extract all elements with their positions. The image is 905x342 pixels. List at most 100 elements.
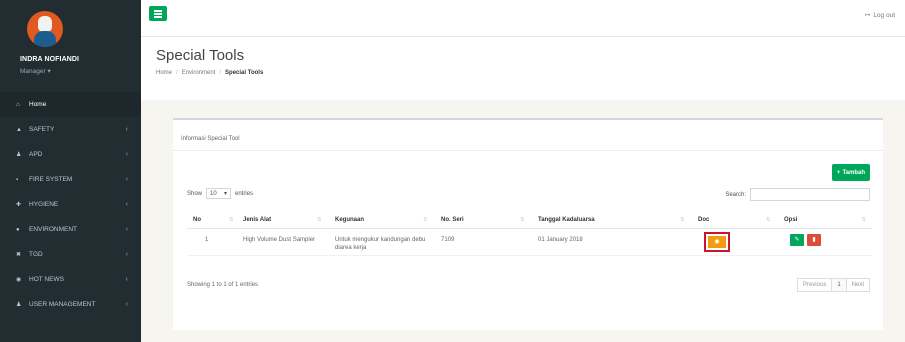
sidebar-menu: ⌂ Home ▲ SAFETY ‹ ♟ APD ‹ ▪ FIRE SYSTEM ‹ ✚ H… [0,92,141,317]
sort-icon: ⇅ [317,217,322,223]
entries-select[interactable]: 10 ▾ [206,188,232,199]
user-icon: ♟ [16,302,22,308]
pagination-previous[interactable]: Previous [796,278,833,292]
breadcrumb-current: Special Tools [225,70,264,76]
user-role-dropdown[interactable]: Manager ▾ [20,67,51,75]
eye-icon: ◉ [714,238,720,245]
leaf-icon: ● [16,226,20,233]
sidebar-item-home[interactable]: ⌂ Home [0,92,141,117]
cell-no: 1 [187,228,237,256]
cell-doc: ◉ [692,228,778,256]
sidebar-item-label: HYGIENE [29,201,59,208]
cell-no-seri: 7109 [435,228,532,256]
sidebar-item-safety[interactable]: ▲ SAFETY ‹ [0,117,141,142]
sidebar-item-label: SAFETY [29,126,55,133]
sort-icon: ⇅ [423,217,428,223]
cell-jenis-alat: High Volume Dust Sampler [237,228,329,256]
sidebar-item-label: FIRE SYSTEM [29,176,73,183]
sidebar-item-hot-news[interactable]: ◉ HOT NEWS ‹ [0,267,141,292]
column-header-no-seri[interactable]: No. Seri ⇅ [423,212,532,229]
pencil-icon: ✎ [794,236,800,243]
cell-tanggal-kadaluarsa: 01 January 2018 [532,228,692,256]
breadcrumb-environment[interactable]: Environment [182,70,216,76]
chevron-left-icon: ‹ [125,251,128,258]
search-label: Search: [725,191,746,198]
sidebar-item-apd[interactable]: ♟ APD ‹ [0,142,141,167]
add-button[interactable]: + Tambah [831,164,870,181]
table-row: 1 High Volume Dust Sampler Untuk menguku… [187,228,872,256]
avatar [27,11,63,47]
sort-icon: ⇅ [520,217,525,223]
fire-extinguisher-icon: ▪ [16,176,19,183]
sort-icon: ⇅ [229,217,234,223]
column-header-jenis-alat[interactable]: Jenis Alat ⇅ [229,212,329,229]
breadcrumb: Home / Environment / Special Tools [156,70,264,76]
user-panel: INDRA NOFIANDI Manager ▾ [0,0,141,92]
tools-icon: ✖ [16,252,22,258]
column-header-tanggal-kadaluarsa[interactable]: Tanggal Kadaluarsa ⇅ [520,212,692,229]
sidebar-item-hygiene[interactable]: ✚ HYGIENE ‹ [0,192,141,217]
top-bar: ↦ Log out [141,0,905,37]
special-tools-box: Informasi Special Tool + Tambah Show 10 … [173,118,883,330]
sidebar-item-label: HOT NEWS [29,276,64,283]
sidebar-item-user-management[interactable]: ♟ USER MANAGEMENT ‹ [0,292,141,317]
logout-link[interactable]: ↦ Log out [864,11,895,20]
entries-select-value: 10 [210,190,217,197]
view-doc-button[interactable]: ◉ [708,235,726,248]
chevron-left-icon: ‹ [125,126,128,133]
delete-button[interactable]: ▮ [807,233,821,246]
content-header: Special Tools Home / Environment / Special T… [156,47,263,76]
sidebar-item-label: TGD [29,251,43,258]
medical-cross-icon: ✚ [16,202,22,208]
table-header-row: No Jenis Alat ⇅ Kegunaan ⇅ No. Seri ⇅ Tangg… [187,212,872,229]
sidebar-item-environment[interactable]: ● ENVIRONMENT ‹ [0,217,141,242]
chevron-left-icon: ‹ [125,151,128,158]
warning-icon: ▲ [16,126,22,133]
sidebar-item-label: Home [29,101,47,108]
pagination-page-1[interactable]: 1 [831,278,847,292]
pagination-next[interactable]: Next [845,278,870,292]
sidebar-item-label: ENVIRONMENT [29,226,78,233]
add-label: Tambah [842,169,865,176]
chevron-left-icon: ‹ [125,226,128,233]
trash-icon: ▮ [812,236,816,243]
sidebar-toggle-button[interactable] [149,6,167,21]
search-control: Search: [725,188,870,201]
edit-button[interactable]: ✎ [790,233,804,246]
sort-icon: ⇅ [680,217,685,223]
sign-out-icon: ↦ [864,12,871,19]
user-name: INDRA NOFIANDI [20,56,80,63]
special-tools-table: No Jenis Alat ⇅ Kegunaan ⇅ No. Seri ⇅ Tangg… [187,212,872,256]
sort-icon: ⇅ [861,217,866,223]
pagination: Previous 1 Next [796,278,870,292]
chevron-left-icon: ‹ [125,201,128,208]
table-info: Showing 1 to 1 of 1 entries [187,282,259,288]
doc-highlight: ◉ [704,231,730,252]
sidebar-item-fire-system[interactable]: ▪ FIRE SYSTEM ‹ [0,167,141,192]
home-icon: ⌂ [16,101,20,108]
cell-kegunaan: Untuk mengukur kandungan debu diarea ker… [329,228,435,256]
person-icon: ♟ [16,152,22,158]
plus-icon: + [836,169,841,176]
breadcrumb-home[interactable]: Home [156,70,172,76]
entries-label: entries [235,190,254,197]
globe-icon: ◉ [16,277,22,283]
entries-length-control: Show 10 ▾ entries [187,188,253,199]
chevron-left-icon: ‹ [125,276,128,283]
chevron-left-icon: ‹ [125,301,128,308]
page-title: Special Tools [156,47,245,64]
sidebar: INDRA NOFIANDI Manager ▾ ⌂ Home ▲ SAFETY ‹… [0,0,141,342]
show-label: Show [187,190,203,197]
cell-opsi: ✎ ▮ [778,228,872,256]
box-title: Informasi Special Tool [181,136,240,142]
caret-down-icon: ▾ [224,191,228,197]
search-input[interactable] [750,188,870,201]
sort-icon: ⇅ [766,217,771,223]
sidebar-item-label: USER MANAGEMENT [29,301,96,308]
sidebar-item-tgd[interactable]: ✖ TGD ‹ [0,242,141,267]
logout-label: Log out [873,11,895,19]
column-header-opsi[interactable]: Opsi ⇅ ⇅ [766,212,872,229]
chevron-left-icon: ‹ [125,176,128,183]
column-header-kegunaan[interactable]: Kegunaan ⇅ [317,212,435,229]
sidebar-item-label: APD [29,151,43,158]
